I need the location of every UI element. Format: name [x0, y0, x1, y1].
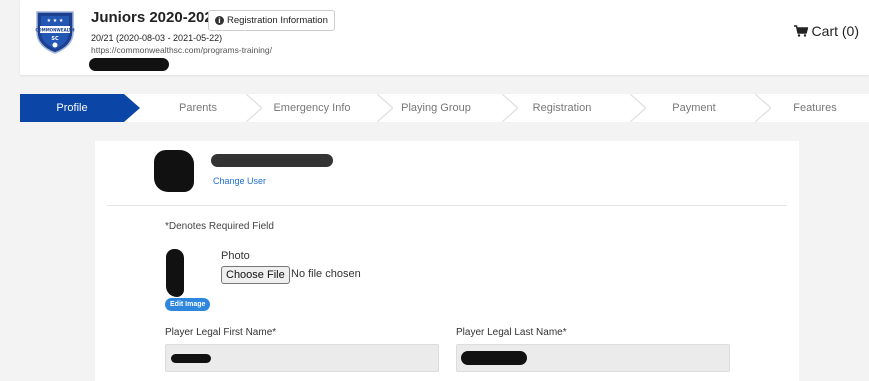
registration-info-label: Registration Information	[227, 15, 328, 26]
program-header: ★ ★ ★ COMMONWEALTH SC Juniors 2020-2021 …	[20, 0, 869, 75]
step-payment[interactable]: Payment	[642, 94, 746, 122]
program-dates: 20/21 (2020-08-03 - 2021-05-22)	[91, 33, 223, 43]
step-label: Profile	[56, 102, 88, 114]
step-label: Registration	[532, 102, 592, 114]
last-name-label: Player Legal Last Name*	[456, 327, 567, 338]
step-label: Parents	[179, 102, 217, 114]
program-title: Juniors 2020-2021	[91, 9, 222, 26]
step-label: Emergency Info	[273, 102, 351, 114]
step-profile[interactable]: Profile	[20, 94, 124, 122]
redacted-name	[89, 58, 169, 71]
step-label: Features	[793, 102, 837, 114]
redacted-first-name	[171, 354, 211, 363]
choose-file-button[interactable]: Choose File	[221, 266, 290, 284]
svg-text:COMMONWEALTH: COMMONWEALTH	[35, 28, 74, 33]
step-label: Payment	[672, 102, 716, 114]
svg-text:SC: SC	[51, 36, 59, 42]
user-avatar	[154, 150, 194, 192]
svg-text:★ ★ ★: ★ ★ ★	[47, 18, 64, 24]
step-features[interactable]: Features	[765, 94, 865, 122]
redacted-last-name	[461, 351, 527, 365]
edit-image-button[interactable]: Edit Image	[165, 298, 211, 311]
photo-label: Photo	[221, 250, 250, 262]
file-status: No file chosen	[291, 268, 361, 280]
step-registration[interactable]: Registration	[510, 94, 614, 122]
step-emergency-info[interactable]: Emergency Info	[260, 94, 364, 122]
step-label: Playing Group	[401, 102, 471, 114]
profile-card: Change User *Denotes Required Field Phot…	[95, 141, 799, 381]
step-arrow-active	[124, 94, 140, 122]
change-user-link[interactable]: Change User	[213, 176, 266, 186]
last-name-field[interactable]	[456, 344, 730, 372]
registration-info-button[interactable]: i Registration Information	[208, 10, 335, 31]
step-parents[interactable]: Parents	[146, 94, 250, 122]
registration-steps: Profile Parents Emergency Info Playing G…	[20, 94, 869, 122]
divider	[107, 205, 787, 206]
info-icon: i	[215, 16, 224, 25]
club-logo: ★ ★ ★ COMMONWEALTH SC	[35, 11, 75, 54]
cart-button[interactable]: Cart (0)	[793, 23, 859, 39]
redacted-user-name	[211, 154, 333, 167]
player-photo	[166, 249, 184, 297]
step-playing-group[interactable]: Playing Group	[385, 94, 487, 122]
required-field-note: *Denotes Required Field	[165, 221, 274, 232]
first-name-field[interactable]	[165, 344, 439, 372]
cart-label: Cart (0)	[811, 23, 859, 39]
cart-icon	[793, 25, 808, 37]
first-name-label: Player Legal First Name*	[165, 327, 277, 338]
program-url: https://commonwealthsc.com/programs-trai…	[91, 45, 272, 55]
